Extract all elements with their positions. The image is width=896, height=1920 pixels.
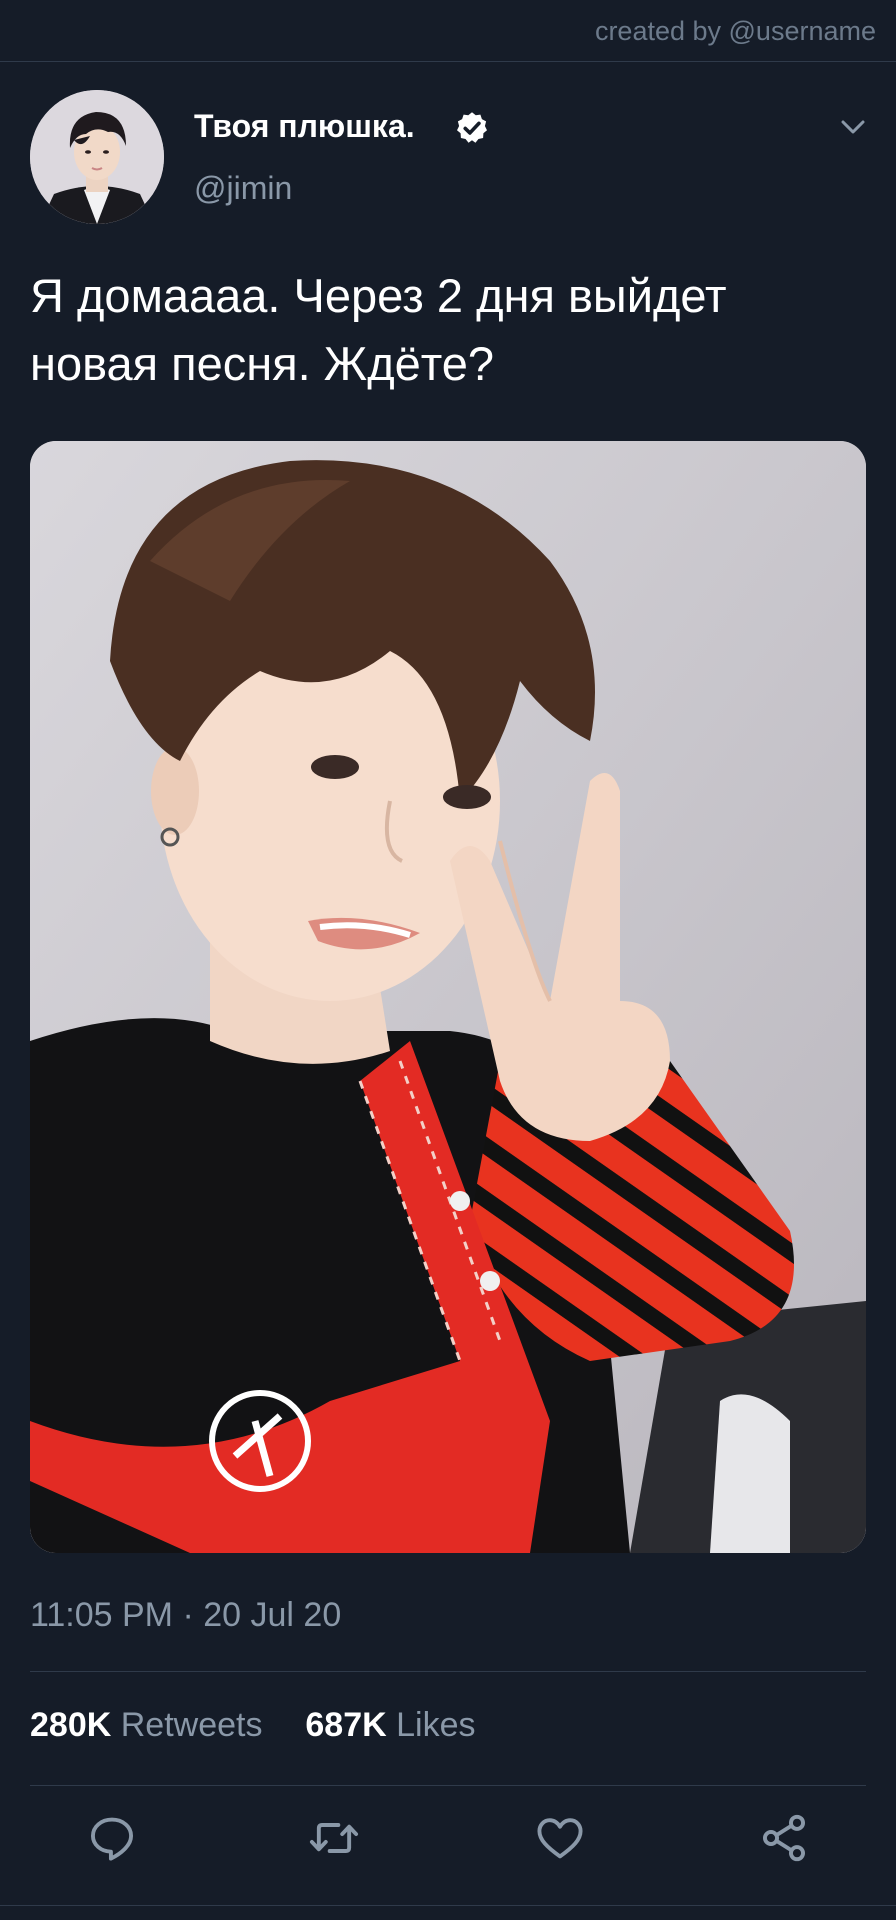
likes-label: Likes [396,1706,476,1744]
retweet-button[interactable] [308,1812,360,1864]
selfie-image [30,441,866,1553]
avatar-photo [30,90,164,224]
reply-icon [90,1817,134,1861]
tweet-time: 11:05 PM [30,1596,174,1634]
heart-icon [537,1818,583,1859]
retweets-label: Retweets [120,1706,263,1744]
verified-badge-icon [457,112,487,143]
tweet-actions [0,1812,896,1872]
timestamp-separator: · [182,1596,194,1634]
credit-label: created by @username [594,16,876,46]
divider [0,1905,896,1906]
author-handle[interactable]: @jimin [194,170,292,207]
likes-count: 687K [305,1706,387,1744]
tweet-timestamp: 11:05 PM · 20 Jul 20 [30,1596,341,1635]
share-icon [762,1814,806,1862]
divider [30,1671,866,1672]
tweet-stats: 280K Retweets 687K Likes [30,1706,475,1745]
likes-stat[interactable]: 687K Likes [305,1706,475,1744]
tweet-text-line: новая песня. Ждёте? [30,337,495,390]
tweet-text-line: Я домаааа. Через 2 дня выйдет [30,269,727,322]
divider [30,1785,866,1786]
retweet-icon [309,1823,359,1853]
retweets-stat[interactable]: 280K Retweets [30,1706,272,1744]
top-bar: created by @username [0,0,896,62]
retweets-count: 280K [30,1706,112,1744]
share-button[interactable] [758,1812,810,1864]
like-button[interactable] [534,1812,586,1864]
chevron-down-icon[interactable] [838,112,868,142]
author-name[interactable]: Твоя плюшка. [194,108,415,145]
avatar[interactable] [30,90,164,224]
tweet-date: 20 Jul 20 [203,1596,342,1634]
tweet-photo[interactable] [30,441,866,1553]
reply-button[interactable] [86,1812,138,1864]
tweet-text: Я домаааа. Через 2 дня выйдет новая песн… [30,262,870,398]
tweet-screen: created by @username Твоя плюшка. @jimin [0,0,896,1920]
